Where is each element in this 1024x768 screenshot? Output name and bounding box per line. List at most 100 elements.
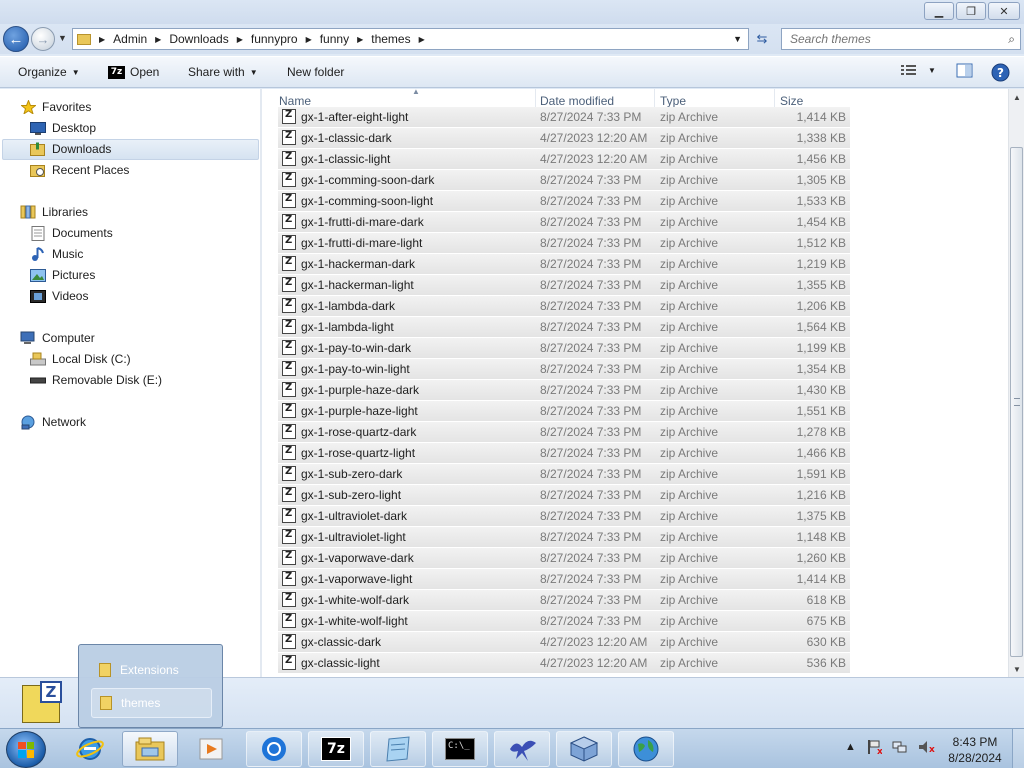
nav-local-disk[interactable]: Local Disk (C:) xyxy=(30,349,131,369)
file-row[interactable]: gx-1-pay-to-win-dark 8/27/2024 7:33 PM zip… xyxy=(278,338,850,359)
taskbar-media-player[interactable] xyxy=(183,731,239,767)
file-row[interactable]: gx-1-classic-dark 4/27/2023 12:20 AM zip A… xyxy=(278,128,850,149)
taskbar-windows-explorer[interactable] xyxy=(122,731,178,767)
help-button[interactable]: ? xyxy=(991,63,1010,82)
volume-muted-icon[interactable]: x xyxy=(918,739,936,755)
taskbar-virtualbox[interactable] xyxy=(556,731,612,767)
nav-removable-disk[interactable]: Removable Disk (E:) xyxy=(30,370,162,390)
vertical-scrollbar[interactable]: ▲ ▼ xyxy=(1008,89,1024,677)
nav-computer[interactable]: Computer xyxy=(20,328,95,348)
network-status-icon[interactable] xyxy=(892,739,908,755)
taskbar-notepad[interactable] xyxy=(370,731,426,767)
chrome-icon xyxy=(262,737,286,761)
file-row[interactable]: gx-classic-dark 4/27/2023 12:20 AM zip Arc… xyxy=(278,632,850,653)
breadcrumb-item[interactable]: Downloads ▶ xyxy=(169,32,251,46)
file-row[interactable]: gx-1-sub-zero-light 8/27/2024 7:33 PM zip … xyxy=(278,485,850,506)
file-row[interactable]: gx-1-lambda-light 8/27/2024 7:33 PM zip Ar… xyxy=(278,317,850,338)
file-row[interactable]: gx-1-pay-to-win-light 8/27/2024 7:33 PM zi… xyxy=(278,359,850,380)
new-folder-button[interactable]: New folder xyxy=(287,65,344,79)
address-bar[interactable]: ▶ Admin ▶ Downloads ▶ funnypro ▶ funny ▶ themes ▶… xyxy=(72,28,749,50)
search-box[interactable]: ⌕ xyxy=(781,28,1021,50)
preview-pane-button[interactable] xyxy=(956,63,974,79)
action-center-flag-icon[interactable]: x xyxy=(866,739,882,755)
scroll-thumb[interactable] xyxy=(1010,147,1023,657)
taskbar-internet-explorer[interactable] xyxy=(62,731,118,767)
nav-favorites[interactable]: Favorites xyxy=(20,97,91,117)
close-button[interactable]: ✕ xyxy=(988,2,1020,20)
file-row[interactable]: gx-1-hackerman-light 8/27/2024 7:33 PM zip… xyxy=(278,275,850,296)
title-bar: ▁ ❐ ✕ xyxy=(0,0,1024,24)
recent-pages-dropdown[interactable]: ▼ xyxy=(58,33,67,43)
file-row[interactable]: gx-1-after-eight-light 8/27/2024 7:33 PM z… xyxy=(278,107,850,128)
show-hidden-icons-icon[interactable]: ▲ xyxy=(845,741,856,753)
view-options[interactable]: ▼ xyxy=(900,63,936,77)
file-row[interactable]: gx-1-classic-light 4/27/2023 12:20 AM zip … xyxy=(278,149,850,170)
file-row[interactable]: gx-1-purple-haze-dark 8/27/2024 7:33 PM zi… xyxy=(278,380,850,401)
taskbar-command-prompt[interactable]: C:\_ xyxy=(432,731,488,767)
breadcrumb-chevron-icon[interactable]: ▶ xyxy=(357,35,363,44)
zip-archive-icon xyxy=(282,172,296,187)
nav-desktop[interactable]: Desktop xyxy=(30,118,96,138)
nav-pictures[interactable]: Pictures xyxy=(30,265,95,285)
file-row[interactable]: gx-1-ultraviolet-dark 8/27/2024 7:33 PM zi… xyxy=(278,506,850,527)
nav-recent-places[interactable]: Recent Places xyxy=(30,160,129,180)
nav-network[interactable]: Network xyxy=(20,412,86,432)
nav-downloads[interactable]: Downloads xyxy=(30,139,111,159)
file-row[interactable]: gx-1-white-wolf-dark 8/27/2024 7:33 PM zip… xyxy=(278,590,850,611)
address-dropdown-icon[interactable]: ▼ xyxy=(733,34,742,44)
nav-documents[interactable]: Documents xyxy=(30,223,113,243)
zip-archive-icon xyxy=(282,571,296,586)
nav-music[interactable]: Music xyxy=(30,244,83,264)
refresh-button[interactable]: ⇆ xyxy=(752,30,772,48)
breadcrumb-chevron-icon[interactable]: ▶ xyxy=(237,35,243,44)
share-with-button[interactable]: Share with ▼ xyxy=(188,65,258,79)
column-header-type-label: Type xyxy=(660,94,687,108)
taskbar-7zip[interactable]: 7z xyxy=(308,731,364,767)
breadcrumb-item[interactable]: funnypro ▶ xyxy=(251,32,320,46)
file-row[interactable]: gx-1-lambda-dark 8/27/2024 7:33 PM zip Arc… xyxy=(278,296,850,317)
breadcrumb-chevron-icon[interactable]: ▶ xyxy=(419,35,425,44)
file-row[interactable]: gx-1-rose-quartz-light 8/27/2024 7:33 PM z… xyxy=(278,443,850,464)
nav-libraries[interactable]: Libraries xyxy=(20,202,88,222)
restore-icon: ❐ xyxy=(966,5,976,18)
breadcrumb-chevron-icon[interactable]: ▶ xyxy=(306,35,312,44)
zip-archive-icon xyxy=(282,130,296,145)
file-row[interactable]: gx-1-frutti-di-mare-dark 8/27/2024 7:33 P… xyxy=(278,212,850,233)
organize-button[interactable]: Organize ▼ xyxy=(18,65,80,79)
file-row[interactable]: gx-1-vaporwave-light 8/27/2024 7:33 PM zip… xyxy=(278,569,850,590)
minimize-button[interactable]: ▁ xyxy=(924,2,954,20)
file-row[interactable]: gx-1-rose-quartz-dark 8/27/2024 7:33 PM zi… xyxy=(278,422,850,443)
file-row[interactable]: gx-1-white-wolf-light 8/27/2024 7:33 PM zi… xyxy=(278,611,850,632)
file-row[interactable]: gx-1-sub-zero-dark 8/27/2024 7:33 PM zip A… xyxy=(278,464,850,485)
breadcrumb-item[interactable]: themes ▶ xyxy=(371,32,433,46)
nav-videos[interactable]: Videos xyxy=(30,286,88,306)
file-row[interactable]: gx-1-comming-soon-dark 8/27/2024 7:33 PM z… xyxy=(278,170,850,191)
forward-button[interactable]: → xyxy=(31,27,55,51)
file-row[interactable]: gx-1-comming-soon-light 8/27/2024 7:33 PM… xyxy=(278,191,850,212)
show-desktop-button[interactable] xyxy=(1012,729,1024,768)
start-button[interactable] xyxy=(6,731,46,768)
open-button[interactable]: 7z Open xyxy=(108,65,159,79)
search-icon[interactable]: ⌕ xyxy=(1008,32,1015,47)
scroll-down-icon[interactable]: ▼ xyxy=(1009,661,1024,677)
taskbar-bird-app[interactable] xyxy=(494,731,550,767)
file-row[interactable]: gx-1-ultraviolet-light 8/27/2024 7:33 PM z… xyxy=(278,527,850,548)
file-row[interactable]: gx-1-purple-haze-light 8/27/2024 7:33 PM z… xyxy=(278,401,850,422)
breadcrumb-item[interactable]: Admin ▶ xyxy=(113,32,169,46)
taskbar-clock[interactable]: 8:43 PM 8/28/2024 xyxy=(940,734,1010,766)
taskbar-chrome[interactable] xyxy=(246,731,302,767)
breadcrumb-root-arrow[interactable]: ▶ xyxy=(99,35,113,44)
taskbar-browser-globe[interactable] xyxy=(618,731,674,767)
file-row[interactable]: gx-1-hackerman-dark 8/27/2024 7:33 PM zip … xyxy=(278,254,850,275)
back-button[interactable]: ← xyxy=(3,26,29,52)
maximize-button[interactable]: ❐ xyxy=(956,2,986,20)
breadcrumb-item[interactable]: funny ▶ xyxy=(320,32,372,46)
search-input[interactable] xyxy=(790,32,990,46)
file-row[interactable]: gx-1-vaporwave-dark 8/27/2024 7:33 PM zip … xyxy=(278,548,850,569)
file-row[interactable]: gx-1-frutti-di-mare-light 8/27/2024 7:33 … xyxy=(278,233,850,254)
jumplist-item-extensions[interactable]: Extensions xyxy=(91,655,212,685)
scroll-up-icon[interactable]: ▲ xyxy=(1009,89,1024,105)
breadcrumb-chevron-icon[interactable]: ▶ xyxy=(155,35,161,44)
jumplist-item-themes[interactable]: themes xyxy=(91,688,212,718)
file-row[interactable]: gx-classic-light 4/27/2023 12:20 AM zip Ar… xyxy=(278,653,850,674)
